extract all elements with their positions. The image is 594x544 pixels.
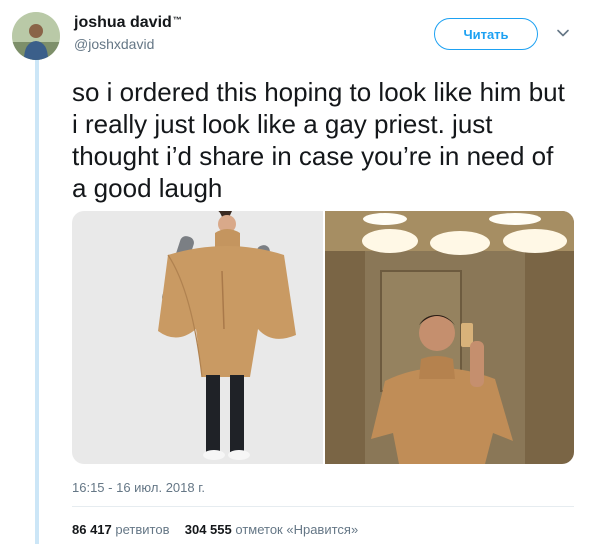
mirror-selfie-photo[interactable] [325, 211, 574, 464]
author-display-name[interactable]: joshua david [74, 14, 172, 32]
retweets-label[interactable]: ретвитов [115, 522, 169, 537]
likes-count[interactable]: 304 555 [185, 522, 232, 537]
chevron-down-icon[interactable] [556, 26, 570, 40]
retweets-count[interactable]: 86 417 [72, 522, 112, 537]
stats-divider [72, 506, 574, 507]
tweet-media[interactable] [72, 211, 574, 464]
avatar[interactable] [12, 12, 60, 60]
author-handle[interactable]: @joshxdavid [74, 36, 182, 52]
tweet-text: so i ordered this hoping to look like hi… [72, 77, 565, 203]
avatar-image [12, 12, 60, 60]
product-photo[interactable] [72, 211, 323, 464]
trademark-mark: ™ [172, 15, 182, 25]
tweet-timestamp[interactable]: 16:15 - 16 июл. 2018 г. [72, 480, 205, 495]
thread-line [35, 60, 39, 544]
likes-label[interactable]: отметок «Нравится» [235, 522, 358, 537]
tweet-header: joshua david ™ @joshxdavid [74, 14, 182, 52]
tweet-stats: 86 417 ретвитов 304 555 отметок «Нравитс… [72, 522, 358, 537]
follow-button[interactable]: Читать [434, 18, 538, 50]
